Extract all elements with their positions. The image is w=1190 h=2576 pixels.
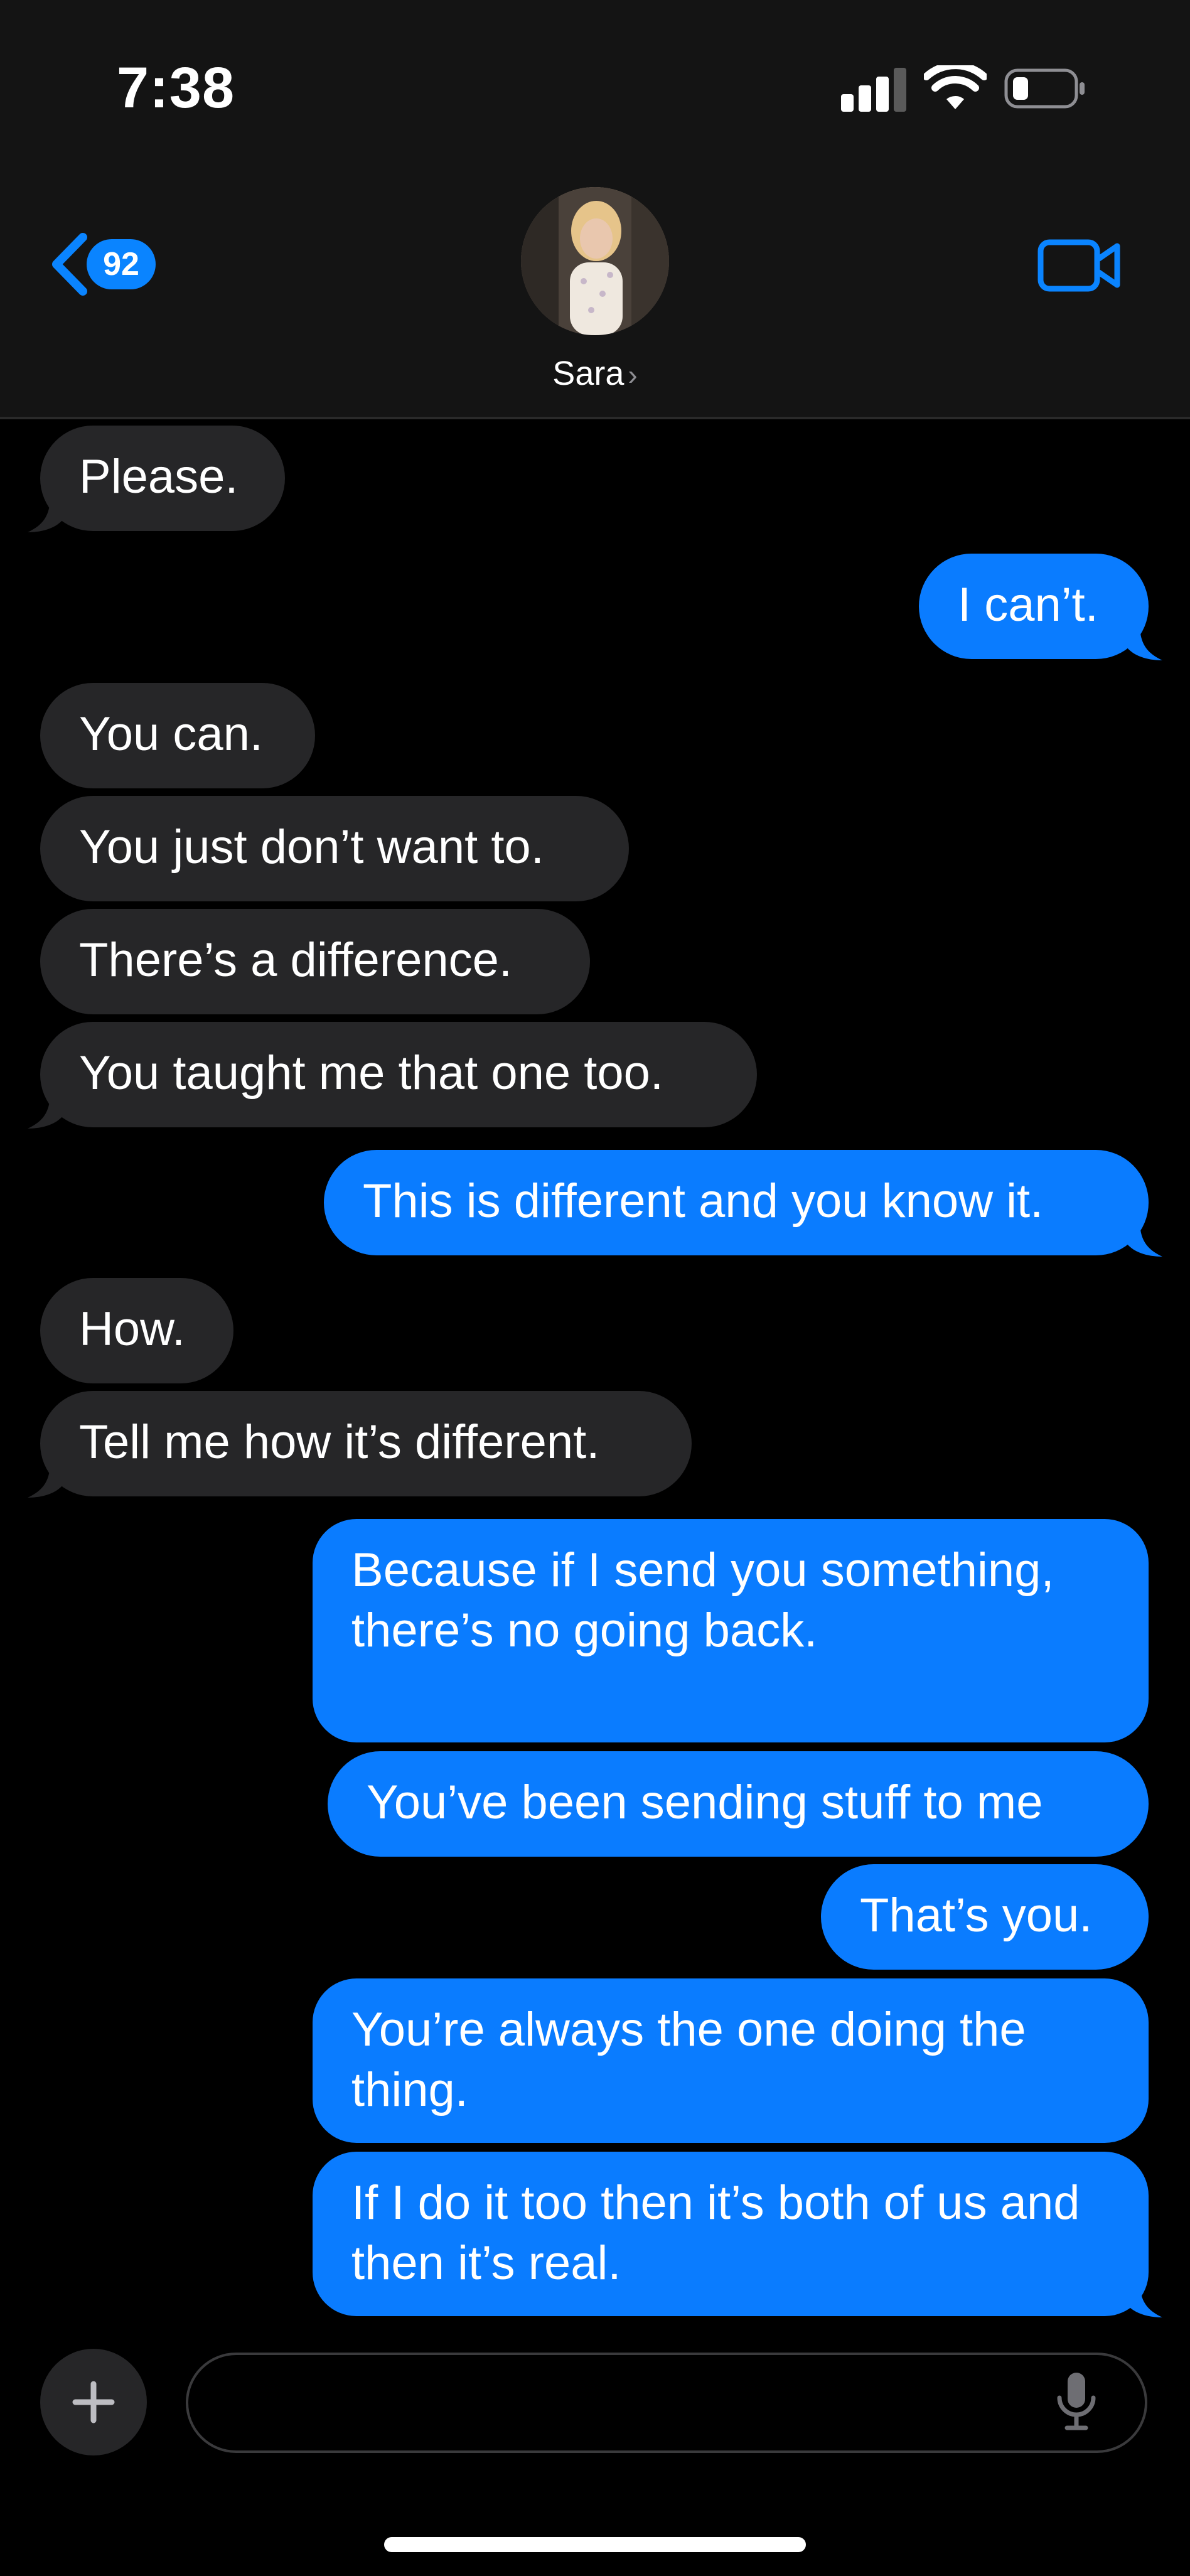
microphone-icon[interactable]	[1054, 2370, 1098, 2433]
conversation-header: 7:38 92 Sara ›	[0, 0, 1190, 419]
contact-name[interactable]: Sara ›	[0, 354, 1190, 393]
chevron-right-icon: ›	[628, 358, 638, 391]
message-bubble-incoming[interactable]: You taught me that one too.	[40, 1022, 757, 1127]
message-bubble-outgoing[interactable]: You’re always the one doing the thing.	[313, 1978, 1149, 2143]
wifi-icon	[924, 65, 987, 109]
plus-icon	[72, 2381, 115, 2423]
message-input[interactable]	[186, 2353, 1147, 2453]
message-bubble-incoming[interactable]: Tell me how it’s different.	[40, 1391, 692, 1496]
message-bubble-outgoing[interactable]: I can’t.	[919, 554, 1149, 659]
message-bubble-incoming[interactable]: Please.	[40, 426, 285, 531]
status-time: 7:38	[117, 56, 235, 120]
home-indicator[interactable]	[384, 2537, 806, 2552]
bubble-tail	[1127, 624, 1162, 660]
cellular-signal-icon	[841, 68, 906, 112]
bubble-tail	[28, 496, 63, 532]
video-camera-icon[interactable]	[1037, 237, 1122, 294]
add-attachment-button[interactable]	[40, 2349, 147, 2455]
battery-icon	[1004, 68, 1085, 109]
avatar-photo	[521, 187, 669, 335]
message-bubble-incoming[interactable]: There’s a difference.	[40, 909, 590, 1014]
message-bubble-outgoing[interactable]: That’s you.	[821, 1864, 1149, 1970]
message-bubble-outgoing[interactable]: This is different and you know it.	[324, 1150, 1149, 1255]
contact-name-label: Sara	[552, 355, 624, 392]
contact-avatar[interactable]	[521, 187, 669, 335]
bubble-tail	[28, 1461, 63, 1498]
bubble-tail	[28, 1092, 63, 1129]
message-bubble-incoming[interactable]: You can.	[40, 683, 315, 788]
chevron-left-icon	[52, 233, 87, 296]
back-button[interactable]: 92	[48, 230, 156, 299]
unread-count-badge: 92	[87, 239, 156, 289]
bubble-tail	[1127, 1220, 1162, 1257]
message-bubble-incoming[interactable]: You just don’t want to.	[40, 796, 629, 901]
message-bubble-outgoing[interactable]: Because if I send you something, there’s…	[313, 1519, 1149, 1742]
message-bubble-outgoing[interactable]: If I do it too then it’s both of us and …	[313, 2152, 1149, 2316]
message-bubble-outgoing[interactable]: You’ve been sending stuff to me	[328, 1751, 1149, 1857]
bubble-tail	[1127, 2281, 1162, 2317]
message-bubble-incoming[interactable]: How.	[40, 1278, 233, 1383]
